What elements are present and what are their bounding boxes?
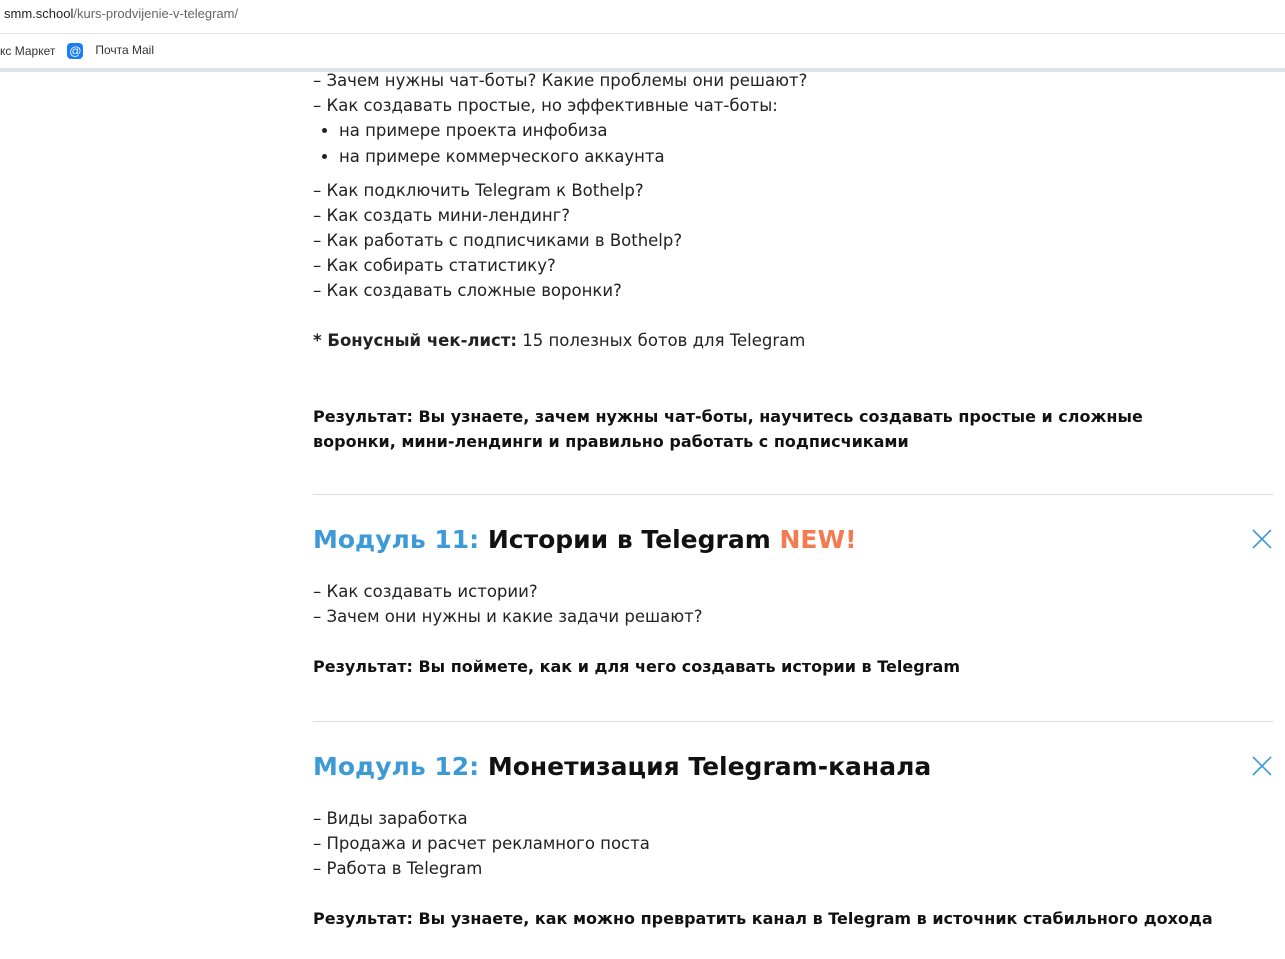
- course-program: – Зачем нужны чат-боты? Какие проблемы о…: [313, 68, 1273, 931]
- divider: [313, 494, 1273, 495]
- url-path: /kurs-prodvijenie-v-telegram/: [73, 6, 239, 21]
- module-12-header[interactable]: Модуль 12: Монетизация Telegram-канала: [313, 749, 1273, 785]
- module-result: Результат: Вы узнаете, как можно преврат…: [313, 909, 1213, 928]
- topic: – Как работать с подписчиками в Bothelp?: [313, 231, 683, 250]
- bonus-label: * Бонусный чек-лист:: [313, 331, 518, 350]
- module-11-header[interactable]: Модуль 11: Истории в Telegram NEW!: [313, 522, 1273, 558]
- topic: – Как создавать истории?: [313, 582, 538, 601]
- bookmark-mail-label: Почта Mail: [95, 43, 155, 58]
- module-title: Истории в Telegram: [479, 525, 780, 554]
- topic: – Работа в Telegram: [313, 859, 483, 878]
- module-10-body: – Зачем нужны чат-боты? Какие проблемы о…: [313, 68, 1273, 454]
- bullet-item: на примере коммерческого аккаунта: [339, 144, 1273, 170]
- close-icon[interactable]: [1251, 755, 1273, 777]
- bookmark-mail[interactable]: @ Почта Mail: [67, 43, 166, 59]
- mail-icon: @: [67, 43, 84, 59]
- module-number: Модуль 12:: [313, 752, 480, 781]
- topic: – Продажа и расчет рекламного поста: [313, 834, 650, 853]
- topic: – Зачем они нужны и какие задачи решают?: [313, 607, 703, 626]
- topic: – Зачем нужны чат-боты? Какие проблемы о…: [313, 71, 808, 90]
- bonus: * Бонусный чек-лист: 15 полезных ботов д…: [313, 328, 1273, 353]
- topic: – Как создать мини-лендинг?: [313, 206, 571, 225]
- close-icon[interactable]: [1251, 528, 1273, 550]
- bookmarks-bar: кс Маркет @ Почта Mail: [0, 34, 1285, 72]
- topic: – Как собирать статистику?: [313, 256, 556, 275]
- bookmark-market[interactable]: кс Маркет: [0, 44, 55, 58]
- module-title: Монетизация Telegram-канала: [479, 752, 932, 781]
- new-badge: NEW!: [779, 525, 857, 554]
- topic: – Как создавать простые, но эффективные …: [313, 96, 778, 115]
- divider: [313, 721, 1273, 722]
- module-result: Результат: Вы поймете, как и для чего со…: [313, 657, 961, 676]
- topic: – Как создавать сложные воронки?: [313, 281, 622, 300]
- bullet-item: на примере проекта инфобиза: [339, 118, 1273, 144]
- module-number: Модуль 11:: [313, 525, 480, 554]
- topic: – Как подключить Telegram к Bothelp?: [313, 181, 644, 200]
- url-host: smm.school: [4, 6, 74, 21]
- bonus-text: 15 полезных ботов для Telegram: [517, 331, 806, 350]
- module-result: Результат: Вы узнаете, зачем нужны чат-б…: [313, 407, 1143, 451]
- address-bar[interactable]: smm.school/kurs-prodvijenie-v-telegram/: [0, 0, 1285, 34]
- topic: – Виды заработка: [313, 809, 468, 828]
